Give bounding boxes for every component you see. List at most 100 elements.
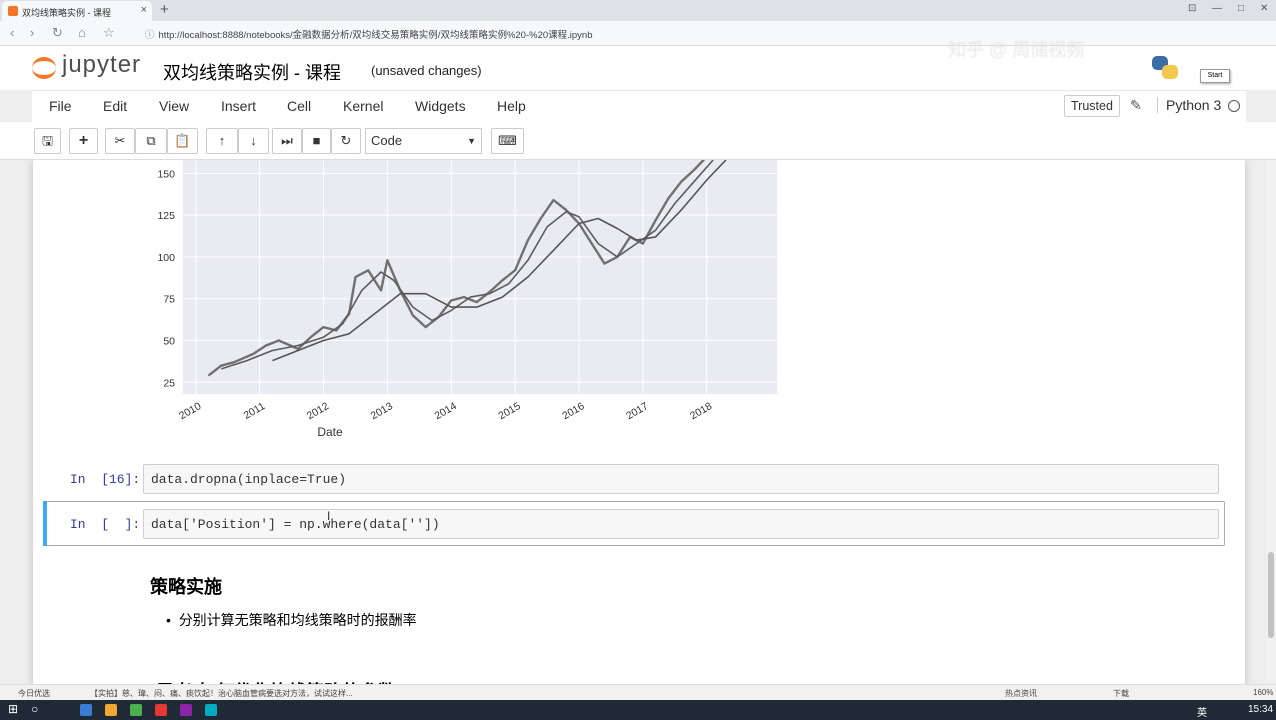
stop-icon: ■ bbox=[312, 133, 321, 148]
dropdown-arrow-icon: ▼ bbox=[467, 136, 476, 146]
input-language[interactable]: 英 bbox=[1197, 704, 1207, 719]
reload-icon[interactable]: ↻ bbox=[52, 25, 63, 41]
search-icon[interactable]: ○ bbox=[31, 702, 38, 716]
x-tick-label: 2010 bbox=[177, 400, 203, 422]
back-icon[interactable]: ‹ bbox=[10, 25, 14, 40]
text-cursor-icon: I bbox=[327, 509, 331, 523]
minimize-window-icon[interactable]: — bbox=[1212, 3, 1222, 14]
x-tick-label: 2013 bbox=[369, 400, 395, 422]
taskbar-app-3-icon[interactable] bbox=[130, 704, 142, 716]
menu-cell[interactable]: Cell bbox=[287, 98, 311, 114]
markdown-heading: 策略实施 bbox=[150, 577, 222, 597]
selected-cell-indicator bbox=[43, 501, 47, 546]
windows-start-icon[interactable]: ⊞ bbox=[8, 702, 18, 716]
new-tab-icon[interactable]: + bbox=[160, 1, 169, 18]
paste-button[interactable]: 📋 bbox=[167, 128, 198, 154]
jupyter-logo-icon[interactable] bbox=[30, 52, 60, 82]
x-tick-label: 2015 bbox=[496, 400, 522, 422]
cell-new-prompt: In [ ]: bbox=[70, 517, 141, 532]
jupyter-favicon-icon bbox=[8, 6, 18, 16]
cell-type-value: Code bbox=[371, 133, 403, 148]
insert-cell-button[interactable]: + bbox=[69, 128, 98, 154]
markdown-bullet-text: 分别计算无策略和均线策略时的报酬率 bbox=[178, 612, 417, 628]
interrupt-button[interactable]: ■ bbox=[302, 128, 331, 154]
menu-help[interactable]: Help bbox=[497, 98, 526, 114]
menu-widgets[interactable]: Widgets bbox=[415, 98, 466, 114]
status-zoom[interactable]: 160% bbox=[1253, 688, 1273, 697]
paste-icon: 📋 bbox=[174, 133, 191, 148]
x-tick-label: 2018 bbox=[688, 400, 714, 422]
scrollbar-thumb[interactable] bbox=[1268, 552, 1274, 638]
copy-button[interactable]: ⧉ bbox=[135, 128, 167, 154]
menu-kernel[interactable]: Kernel bbox=[343, 98, 383, 114]
kernel-idle-icon bbox=[1228, 100, 1240, 112]
status-left[interactable]: 今日优选 bbox=[18, 688, 50, 699]
edit-mode-pencil-icon: ✎ bbox=[1130, 97, 1142, 113]
plot-background bbox=[183, 160, 777, 394]
taskbar-app-6-icon[interactable] bbox=[205, 704, 217, 716]
address-bar: ‹ › ↻ ⌂ ☆ ⓘ http://localhost:8888/noteboo… bbox=[0, 21, 1276, 46]
taskbar-app-1-icon[interactable] bbox=[80, 704, 92, 716]
url-field[interactable]: ⓘ http://localhost:8888/notebooks/金融数据分析/… bbox=[145, 27, 593, 41]
menu-insert[interactable]: Insert bbox=[221, 98, 256, 114]
save-icon: 🖫 bbox=[41, 133, 54, 148]
plus-icon: + bbox=[78, 132, 89, 149]
cell-type-select[interactable]: Code ▼ bbox=[365, 128, 482, 154]
status-download[interactable]: 下载 bbox=[1113, 688, 1129, 699]
y-tick-label: 75 bbox=[163, 294, 175, 306]
browser-tab[interactable]: 双均线策略实例 - 课程 × bbox=[2, 1, 152, 21]
chart-plot: 25 50 75 100 125 150 2010 2011 2012 2013 2014 2015 2… bbox=[157, 160, 777, 439]
taskbar-app-4-icon[interactable] bbox=[155, 704, 167, 716]
home-icon[interactable]: ⌂ bbox=[78, 25, 86, 40]
tab-title: 双均线策略实例 - 课程 bbox=[22, 8, 111, 18]
copy-icon: ⧉ bbox=[146, 133, 156, 148]
y-tick-label: 50 bbox=[163, 336, 175, 348]
restart-button[interactable]: ↻ bbox=[331, 128, 361, 154]
y-tick-label: 150 bbox=[157, 168, 175, 180]
status-hot[interactable]: 热点资讯 bbox=[1005, 688, 1037, 699]
price-ma-chart: 25 50 75 100 125 150 2010 2011 2012 2013 2014 2015 2… bbox=[157, 160, 777, 439]
x-tick-label: 2016 bbox=[560, 400, 586, 422]
menu-file[interactable]: File bbox=[49, 98, 72, 114]
restart-icon: ↻ bbox=[340, 133, 352, 148]
status-news[interactable]: 【实拍】慈、瑋、闷、痛、痰饮起！治心脑血管病要选对方法，试试这样... bbox=[90, 688, 353, 699]
x-tick-label: 2014 bbox=[433, 400, 459, 422]
move-down-button[interactable]: ↓ bbox=[238, 128, 269, 154]
pin-window-icon[interactable]: ⊡ bbox=[1188, 3, 1196, 14]
notebook-title[interactable]: 双均线策略实例 - 课程 bbox=[163, 59, 341, 85]
kernel-name[interactable]: Python 3 bbox=[1157, 97, 1221, 113]
forward-icon[interactable]: › bbox=[30, 25, 34, 40]
cut-button[interactable]: ✂ bbox=[105, 128, 135, 154]
save-button[interactable]: 🖫 bbox=[34, 128, 61, 154]
clock[interactable]: 15:34 bbox=[1248, 704, 1273, 715]
y-tick-label: 25 bbox=[163, 377, 175, 389]
run-button[interactable]: ⏭ bbox=[272, 128, 302, 154]
x-tick-label: 2012 bbox=[305, 400, 331, 422]
move-up-button[interactable]: ↑ bbox=[206, 128, 238, 154]
save-status: (unsaved changes) bbox=[371, 63, 482, 78]
x-tick-label: 2011 bbox=[242, 400, 268, 422]
keyboard-icon: ⌨ bbox=[498, 133, 517, 148]
menu-edit[interactable]: Edit bbox=[103, 98, 127, 114]
cell-16-code[interactable]: data.dropna(inplace=True) bbox=[151, 472, 346, 487]
watermark-text: 知乎 @ 周储视频 bbox=[948, 40, 1085, 60]
jupyter-logo-text[interactable]: jupyter bbox=[62, 51, 141, 79]
step-forward-icon: ⏭ bbox=[281, 133, 293, 148]
taskbar-app-2-icon[interactable] bbox=[105, 704, 117, 716]
trusted-indicator[interactable]: Trusted bbox=[1064, 95, 1120, 117]
taskbar-app-5-icon[interactable] bbox=[180, 704, 192, 716]
arrow-down-icon: ↓ bbox=[250, 133, 257, 148]
command-palette-button[interactable]: ⌨ bbox=[491, 128, 524, 154]
scissors-icon: ✂ bbox=[114, 133, 126, 148]
tab-close-icon[interactable]: × bbox=[141, 4, 147, 16]
x-axis-label: Date bbox=[317, 425, 343, 439]
url-text: http://localhost:8888/notebooks/金融数据分析/双… bbox=[158, 30, 593, 41]
browser-status-strip: 今日优选 【实拍】慈、瑋、闷、痛、痰饮起！治心脑血管病要选对方法，试试这样...… bbox=[0, 684, 1276, 700]
cell-new-code[interactable]: data['Position'] = np.where(data['']) bbox=[151, 517, 440, 532]
python-logo-icon bbox=[1152, 56, 1180, 80]
menu-view[interactable]: View bbox=[159, 98, 189, 114]
start-button[interactable]: Start bbox=[1200, 69, 1230, 83]
bookmark-star-icon[interactable]: ☆ bbox=[103, 25, 115, 41]
close-window-icon[interactable]: ✕ bbox=[1260, 3, 1268, 14]
maximize-window-icon[interactable]: □ bbox=[1238, 3, 1244, 14]
